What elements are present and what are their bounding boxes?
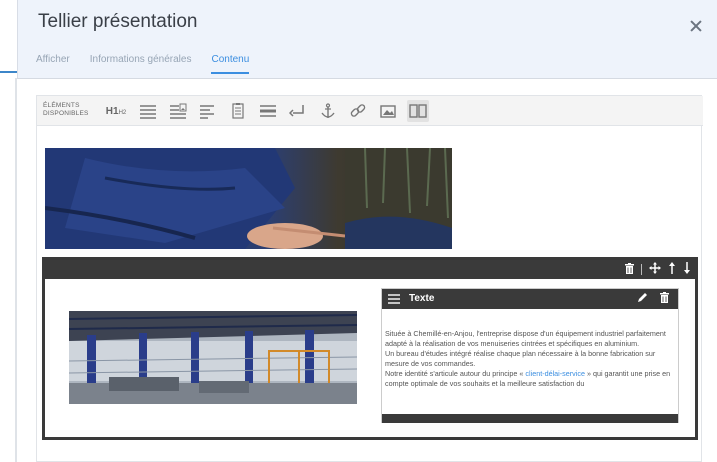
hero-image bbox=[45, 148, 452, 249]
move-icon[interactable] bbox=[649, 262, 661, 277]
heading-icon[interactable]: H1H2 bbox=[105, 100, 127, 122]
block-toolbar bbox=[45, 260, 695, 279]
client-delai-service-link[interactable]: client-délai-service bbox=[525, 369, 585, 378]
paragraph-2: Un bureau d'études intégré réalise chaqu… bbox=[385, 349, 656, 368]
elements-toolbar: ÉLÉMENTS DISPONIBLES H1H2 bbox=[37, 96, 703, 126]
paragraph-icon[interactable] bbox=[137, 100, 159, 122]
trash-icon[interactable] bbox=[625, 262, 634, 277]
left-divider bbox=[15, 78, 17, 462]
pencil-icon[interactable] bbox=[637, 292, 648, 306]
return-icon[interactable] bbox=[287, 100, 309, 122]
left-accent-strip bbox=[0, 71, 17, 73]
toolbar-label: ÉLÉMENTS DISPONIBLES bbox=[43, 102, 89, 118]
tab-contenu[interactable]: Contenu bbox=[211, 54, 250, 74]
columns-icon[interactable] bbox=[407, 100, 429, 122]
move-down-icon[interactable] bbox=[683, 262, 691, 277]
tab-informations-generales[interactable]: Informations générales bbox=[90, 54, 192, 74]
menu-icon[interactable] bbox=[388, 294, 400, 304]
content-block[interactable]: Texte Située à Chemillé-en-Anjou, l'entr… bbox=[42, 257, 698, 440]
form-icon[interactable] bbox=[227, 100, 249, 122]
paragraph-1: Située à Chemillé-en-Anjou, l'entreprise… bbox=[385, 329, 666, 348]
page-title: Tellier présentation bbox=[38, 11, 198, 32]
tab-bar: Afficher Informations générales Contenu bbox=[36, 54, 269, 74]
toolbar-label-line2: DISPONIBLES bbox=[43, 110, 89, 117]
text-panel-footer bbox=[382, 414, 678, 423]
anchor-icon[interactable] bbox=[317, 100, 339, 122]
move-up-icon[interactable] bbox=[668, 262, 676, 277]
paragraph-3-start: Notre identité s'articule autour du prin… bbox=[385, 369, 526, 378]
toolbar-label-line1: ÉLÉMENTS bbox=[43, 102, 80, 109]
tab-afficher[interactable]: Afficher bbox=[36, 54, 70, 74]
close-icon[interactable] bbox=[687, 18, 705, 36]
text-panel-title: Texte bbox=[409, 293, 435, 304]
text-trash-icon[interactable] bbox=[660, 292, 669, 306]
workshop-image bbox=[69, 311, 357, 404]
text-panel-header: Texte bbox=[382, 289, 678, 309]
text-content[interactable]: Située à Chemillé-en-Anjou, l'entreprise… bbox=[385, 329, 677, 389]
h2-label: H2 bbox=[118, 109, 127, 116]
paragraph-3: Notre identité s'articule autour du prin… bbox=[385, 369, 677, 389]
align-left-icon[interactable] bbox=[197, 100, 219, 122]
link-icon[interactable] bbox=[347, 100, 369, 122]
h1-label: H1 bbox=[105, 105, 119, 117]
block-actions-separator bbox=[641, 264, 642, 275]
text-image-icon[interactable] bbox=[167, 100, 189, 122]
separator-icon[interactable] bbox=[257, 100, 279, 122]
image-icon[interactable] bbox=[377, 100, 399, 122]
content-builder: ÉLÉMENTS DISPONIBLES H1H2 Texte Située à… bbox=[36, 95, 703, 462]
header-divider bbox=[17, 78, 717, 79]
editor-page: Tellier présentation Afficher Informatio… bbox=[0, 0, 717, 462]
modal-header: Tellier présentation Afficher Informatio… bbox=[17, 0, 717, 78]
text-panel[interactable]: Texte Située à Chemillé-en-Anjou, l'entr… bbox=[381, 288, 679, 423]
